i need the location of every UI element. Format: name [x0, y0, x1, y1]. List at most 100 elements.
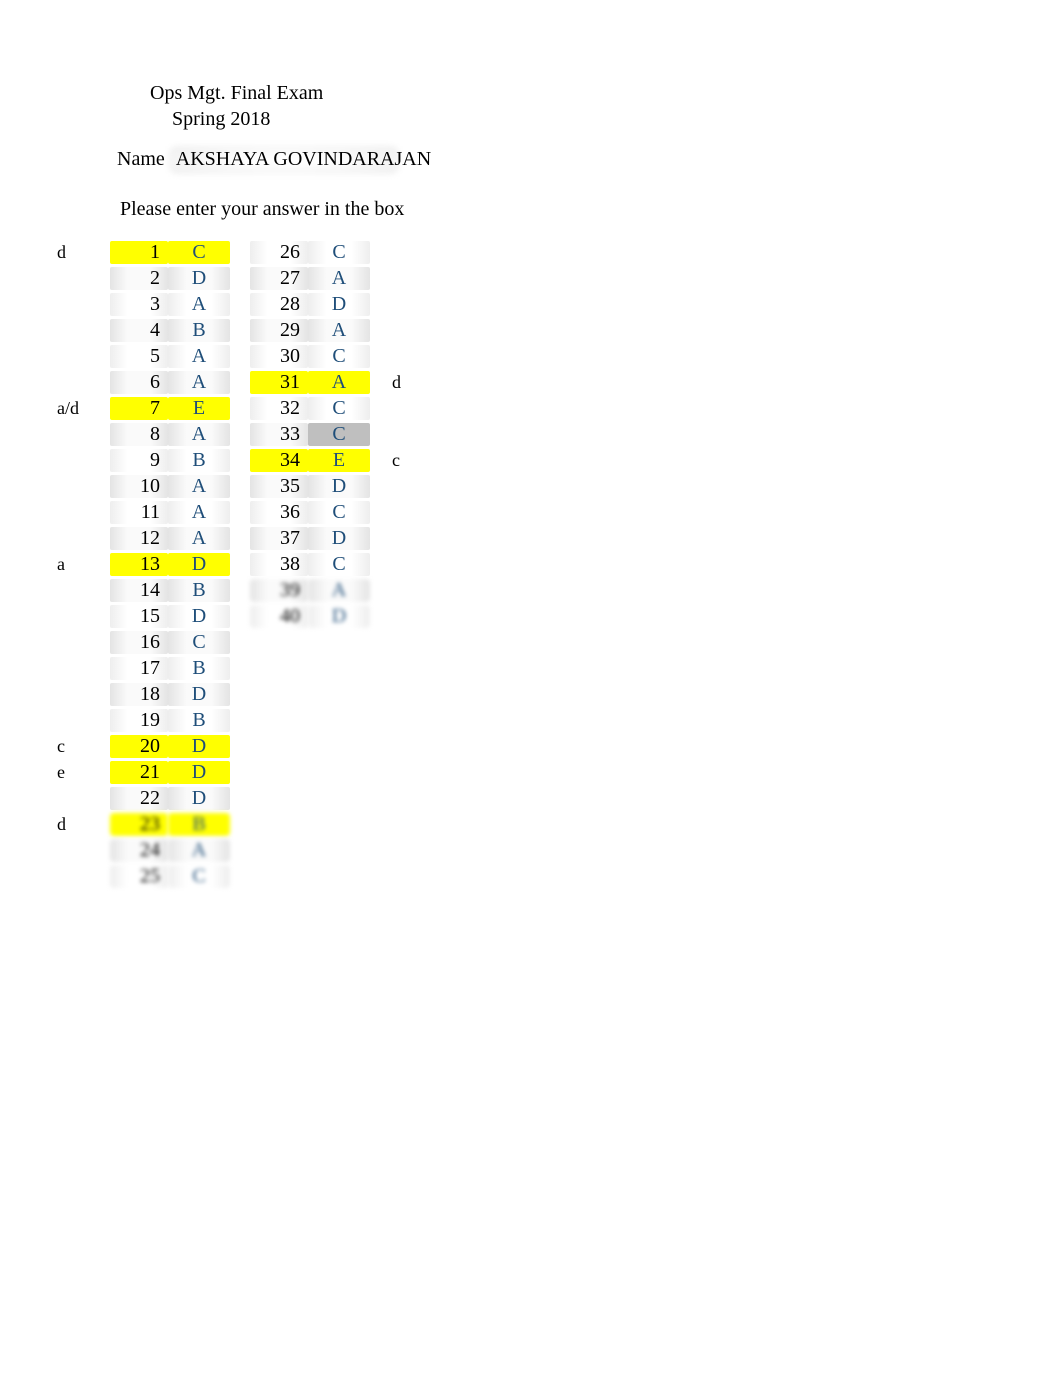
question-number: 39	[250, 579, 308, 602]
question-number: 19	[110, 709, 168, 732]
question-number: 35	[250, 475, 308, 498]
answer-cell[interactable]: D	[308, 527, 370, 550]
answer-cell[interactable]: D	[308, 293, 370, 316]
answer-row: 3A	[110, 291, 230, 317]
answer-cell[interactable]: E	[308, 449, 370, 472]
question-number: 25	[110, 865, 168, 888]
answer-row: 8A	[110, 421, 230, 447]
answer-cell[interactable]: D	[168, 267, 230, 290]
answer-row: 11A	[110, 499, 230, 525]
answer-row: 30C	[250, 343, 370, 369]
question-number: 15	[110, 605, 168, 628]
question-number: 4	[110, 319, 168, 342]
answer-cell[interactable]: A	[308, 267, 370, 290]
answer-cell[interactable]: B	[168, 657, 230, 680]
question-number: 28	[250, 293, 308, 316]
answer-row: 28D	[250, 291, 370, 317]
answer-cell[interactable]: A	[168, 423, 230, 446]
answer-cell[interactable]: C	[168, 865, 230, 888]
answer-cell[interactable]: D	[308, 475, 370, 498]
answer-cell[interactable]: B	[168, 579, 230, 602]
question-number: 30	[250, 345, 308, 368]
answer-cell[interactable]: A	[308, 371, 370, 394]
answer-cell[interactable]: A	[168, 501, 230, 524]
answer-cell[interactable]: C	[308, 423, 370, 446]
answer-cell[interactable]: E	[168, 397, 230, 420]
answer-row: 13D	[110, 551, 230, 577]
answer-row: 9B	[110, 447, 230, 473]
question-number: 31	[250, 371, 308, 394]
question-number: 40	[250, 605, 308, 628]
answer-row: 15D	[110, 603, 230, 629]
answer-row: 14B	[110, 577, 230, 603]
answer-row: 12A	[110, 525, 230, 551]
answer-cell[interactable]: D	[308, 605, 370, 628]
question-number: 21	[110, 761, 168, 784]
answer-row: 10A	[110, 473, 230, 499]
question-number: 12	[110, 527, 168, 550]
answer-cell[interactable]: B	[168, 709, 230, 732]
answer-cell[interactable]: C	[308, 241, 370, 264]
answer-cell[interactable]: A	[308, 319, 370, 342]
answer-row: 4B	[110, 317, 230, 343]
exam-title-block: Ops Mgt. Final Exam Spring 2018	[150, 80, 323, 132]
answer-cell[interactable]: A	[308, 579, 370, 602]
answer-row: 35D	[250, 473, 370, 499]
answer-cell[interactable]: C	[168, 631, 230, 654]
answer-row: 37D	[250, 525, 370, 551]
answer-cell[interactable]: C	[308, 345, 370, 368]
exam-title: Ops Mgt. Final Exam	[150, 80, 323, 106]
margin-note: c	[392, 450, 400, 471]
answer-cell[interactable]: D	[168, 553, 230, 576]
answer-cell[interactable]: C	[308, 397, 370, 420]
answer-cell[interactable]: D	[168, 605, 230, 628]
margin-note: a	[57, 554, 65, 575]
answer-row: 27A	[250, 265, 370, 291]
question-number: 10	[110, 475, 168, 498]
answer-row: 29A	[250, 317, 370, 343]
answers-column-1: 1C2D3A4B5A6A7E8A9B10A11A12A13D14B15D16C1…	[110, 239, 230, 889]
answer-row: 25C	[110, 863, 230, 889]
question-number: 38	[250, 553, 308, 576]
answer-row: 39A	[250, 577, 370, 603]
answer-row: 40D	[250, 603, 370, 629]
question-number: 37	[250, 527, 308, 550]
answer-cell[interactable]: A	[168, 475, 230, 498]
answer-cell[interactable]: C	[308, 501, 370, 524]
answer-cell[interactable]: A	[168, 839, 230, 862]
name-value: AKSHAYA GOVINDARAJAN	[176, 148, 431, 170]
instruction-text: Please enter your answer in the box	[120, 198, 404, 221]
answer-cell[interactable]: A	[168, 345, 230, 368]
question-number: 24	[110, 839, 168, 862]
answer-cell[interactable]: D	[168, 761, 230, 784]
answer-row: 7E	[110, 395, 230, 421]
question-number: 7	[110, 397, 168, 420]
answer-row: 18D	[110, 681, 230, 707]
name-row: Name AKSHAYA GOVINDARAJAN	[117, 148, 1062, 171]
answer-table: 1C2D3A4B5A6A7E8A9B10A11A12A13D14B15D16C1…	[110, 239, 370, 889]
answer-cell[interactable]: C	[168, 241, 230, 264]
answer-cell[interactable]: A	[168, 293, 230, 316]
margin-note: e	[57, 762, 65, 783]
question-number: 32	[250, 397, 308, 420]
answer-cell[interactable]: B	[168, 319, 230, 342]
answers-column-2: 26C27A28D29A30C31A32C33C34E35D36C37D38C3…	[250, 239, 370, 889]
question-number: 9	[110, 449, 168, 472]
question-number: 29	[250, 319, 308, 342]
answer-row: 16C	[110, 629, 230, 655]
answer-cell[interactable]: A	[168, 527, 230, 550]
answer-cell[interactable]: D	[168, 683, 230, 706]
answer-cell[interactable]: B	[168, 813, 230, 836]
answer-row: 32C	[250, 395, 370, 421]
answer-row: 22D	[110, 785, 230, 811]
question-number: 13	[110, 553, 168, 576]
question-number: 34	[250, 449, 308, 472]
question-number: 8	[110, 423, 168, 446]
answer-row: 2D	[110, 265, 230, 291]
answer-cell[interactable]: C	[308, 553, 370, 576]
question-number: 14	[110, 579, 168, 602]
answer-cell[interactable]: B	[168, 449, 230, 472]
answer-cell[interactable]: D	[168, 787, 230, 810]
answer-cell[interactable]: A	[168, 371, 230, 394]
answer-cell[interactable]: D	[168, 735, 230, 758]
